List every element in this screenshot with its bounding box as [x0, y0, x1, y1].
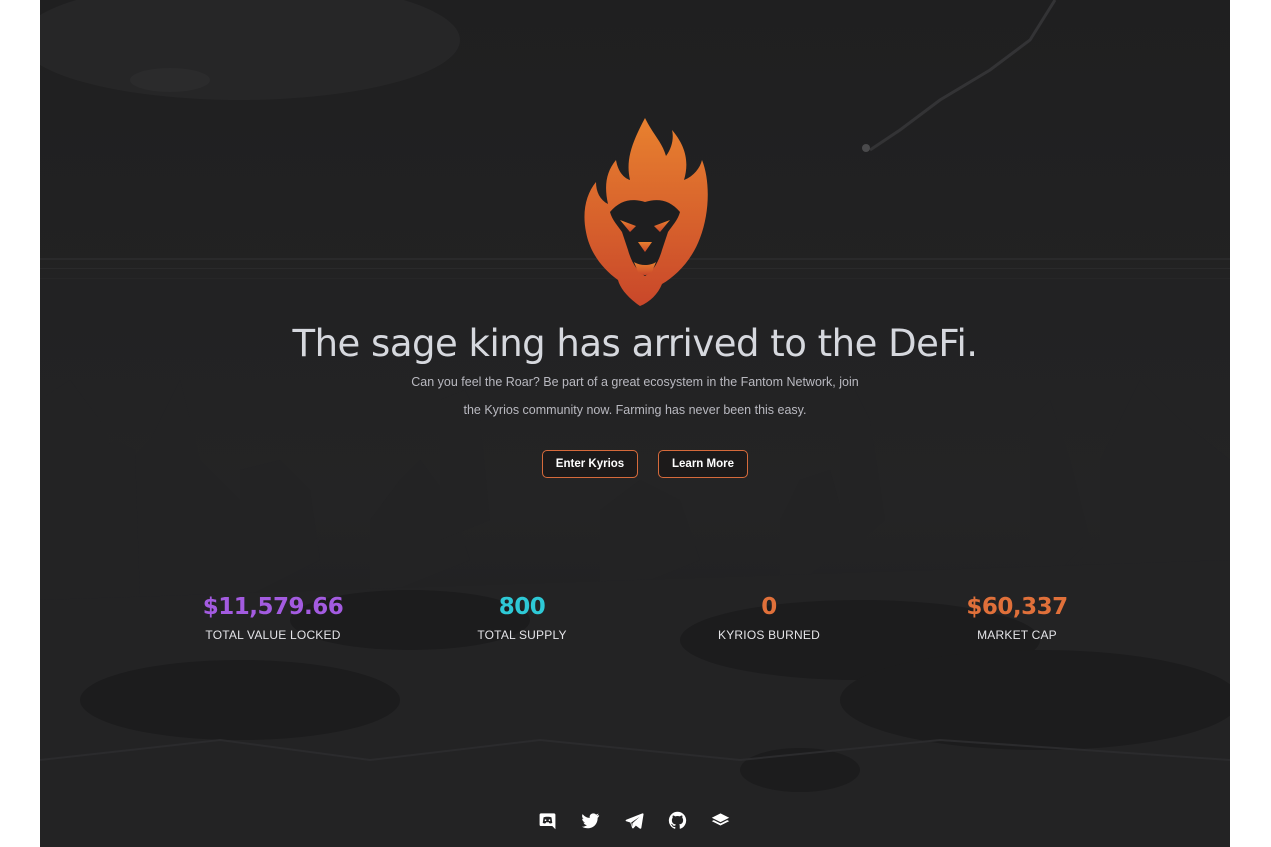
hero-subtitle-line-1: Can you feel the Roar? Be part of a grea…	[411, 375, 859, 389]
stat-market-cap: $60,337 MARKET CAP	[897, 594, 1137, 642]
hero-subtitle-line-2: the Kyrios community now. Farming has ne…	[463, 403, 807, 417]
discord-icon[interactable]	[536, 809, 558, 831]
stat-value: 0	[761, 594, 777, 620]
stat-label: TOTAL VALUE LOCKED	[205, 628, 341, 642]
stat-kyrios-burned: 0 KYRIOS BURNED	[649, 594, 889, 642]
stat-label: TOTAL SUPPLY	[477, 628, 567, 642]
hero-section: The sage king has arrived to the DeFi. C…	[40, 0, 1230, 847]
stat-label: KYRIOS BURNED	[718, 628, 820, 642]
stat-value: $11,579.66	[202, 594, 344, 620]
twitter-icon[interactable]	[579, 809, 601, 831]
learn-more-button[interactable]: Learn More	[658, 450, 748, 478]
stat-value: 800	[498, 594, 546, 620]
hero-headline: The sage king has arrived to the DeFi.	[292, 322, 978, 365]
github-icon[interactable]	[666, 809, 688, 831]
stat-value: $60,337	[966, 594, 1068, 620]
kyrios-lion-flame-logo	[584, 118, 708, 306]
telegram-icon[interactable]	[623, 809, 645, 831]
docs-icon[interactable]	[709, 809, 731, 831]
enter-kyrios-button[interactable]: Enter Kyrios	[542, 450, 638, 478]
stat-total-supply: 800 TOTAL SUPPLY	[402, 594, 642, 642]
stat-label: MARKET CAP	[977, 628, 1057, 642]
stat-total-value-locked: $11,579.66 TOTAL VALUE LOCKED	[153, 594, 393, 642]
